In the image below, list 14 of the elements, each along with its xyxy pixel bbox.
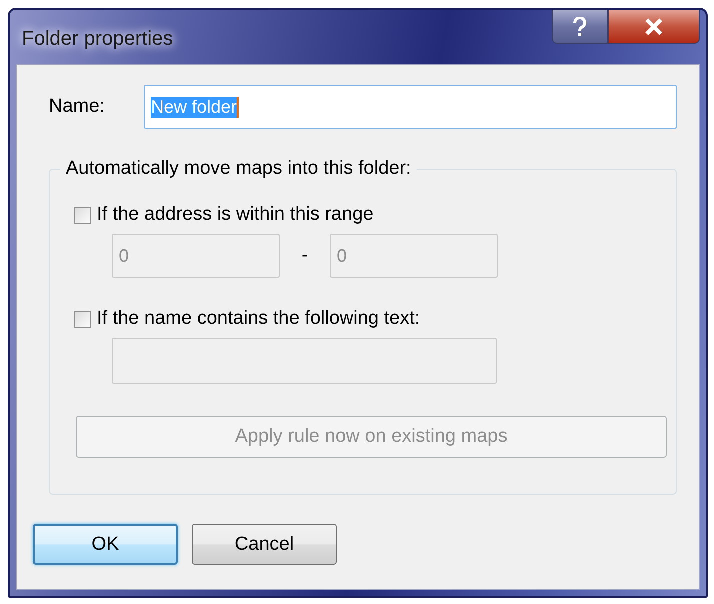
- help-button[interactable]: [552, 10, 608, 44]
- close-icon: [644, 18, 664, 36]
- name-label: Name:: [49, 96, 106, 118]
- checkbox-label[interactable]: If the name contains the following text:: [97, 308, 420, 330]
- checkbox[interactable]: [74, 206, 91, 224]
- window-title: Folder properties: [22, 28, 174, 51]
- checkbox[interactable]: [74, 310, 91, 328]
- checkbox-label[interactable]: If the address is within this range: [97, 204, 374, 226]
- close-button[interactable]: [608, 10, 700, 44]
- dialog-button[interactable]: OK: [33, 524, 178, 565]
- question-mark-icon: [573, 16, 587, 36]
- range-separator: -: [300, 245, 310, 267]
- group-title: Automatically move maps into this folder:: [60, 158, 418, 180]
- dialog-button[interactable]: Cancel: [192, 524, 337, 565]
